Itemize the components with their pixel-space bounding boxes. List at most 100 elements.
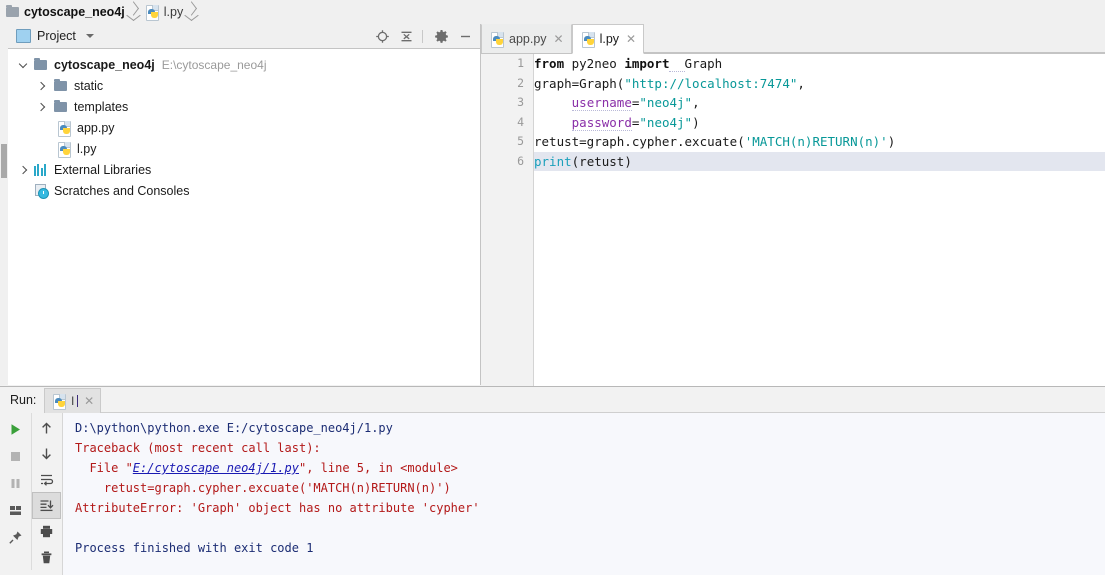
run-tab-l[interactable]: l ✕ xyxy=(44,387,102,413)
print-icon[interactable] xyxy=(33,519,60,544)
tree-item-label: l.py xyxy=(77,141,97,156)
up-arrow-icon[interactable] xyxy=(33,416,60,441)
run-console-output[interactable]: D:\python\python.exe E:/cytoscape_neo4j/… xyxy=(62,413,1105,575)
console-line: Process finished with exit code 1 xyxy=(75,541,314,555)
chevron-right-icon[interactable] xyxy=(34,96,48,117)
tree-item-label: Scratches and Consoles xyxy=(54,183,190,198)
console-line: D:\python\python.exe E:/cytoscape_neo4j/… xyxy=(75,421,393,435)
tab-l-py[interactable]: l.py ✕ xyxy=(571,24,645,54)
run-toolbar xyxy=(0,413,62,570)
code-line-5: retust=graph.cypher.excuate('MATCH(n)RET… xyxy=(534,134,896,149)
collapse-all-icon[interactable] xyxy=(395,25,417,47)
chevron-down-icon[interactable] xyxy=(16,54,30,75)
close-icon[interactable]: ✕ xyxy=(554,33,564,45)
chevron-right-icon[interactable] xyxy=(16,159,30,180)
trash-icon[interactable] xyxy=(33,545,60,570)
tree-item-scratches-and-consoles[interactable]: Scratches and Consoles xyxy=(8,180,480,201)
toolbar-divider xyxy=(422,29,423,43)
console-text: ", line 5, in <module> xyxy=(298,461,458,475)
minimize-icon[interactable] xyxy=(454,25,476,47)
code-line-2: graph=Graph("http://localhost:7474", xyxy=(534,75,805,91)
line-number: 1 xyxy=(517,56,524,70)
code-line-3: username="neo4j", xyxy=(571,95,700,111)
python-file-icon xyxy=(58,141,72,158)
code-lines[interactable]: from py2neo import Graph graph=Graph("ht… xyxy=(534,54,1105,386)
run-panel-label: Run: xyxy=(10,393,37,407)
code-area[interactable]: 1 2 3 4 5 6 from py2neo import Graph gra… xyxy=(481,54,1105,386)
run-panel-body: D:\python\python.exe E:/cytoscape_neo4j/… xyxy=(0,413,1105,575)
editor-tab-bar: app.py ✕ l.py ✕ xyxy=(481,24,1105,54)
code-line-1: from py2neo import Graph xyxy=(534,56,723,72)
run-tab-divider xyxy=(77,394,79,407)
tab-label: app.py xyxy=(509,32,547,46)
tab-bar-filler xyxy=(644,24,1105,53)
python-file-icon xyxy=(58,120,72,137)
code-line-6: print(retust) xyxy=(534,151,1105,171)
breadcrumb-label: cytoscape_neo4j xyxy=(24,5,125,19)
run-icon[interactable] xyxy=(2,416,29,443)
python-file-icon xyxy=(53,393,67,410)
folder-icon xyxy=(54,99,67,112)
tree-item-external-libraries[interactable]: External Libraries xyxy=(8,159,480,180)
gear-icon[interactable] xyxy=(430,25,452,47)
project-panel-title: Project xyxy=(37,29,76,43)
line-number: 2 xyxy=(517,75,524,90)
soft-wrap-icon[interactable] xyxy=(33,467,60,492)
locate-icon[interactable] xyxy=(371,25,393,47)
line-number: 6 xyxy=(517,153,524,168)
line-number: 5 xyxy=(517,134,524,148)
chevron-right-icon[interactable] xyxy=(34,75,48,96)
tab-label: l.py xyxy=(599,32,620,46)
tree-item-label: static xyxy=(74,78,104,93)
tree-item-label: External Libraries xyxy=(54,162,152,177)
scratches-icon xyxy=(34,184,49,199)
tree-item-path: E:\cytoscape_neo4j xyxy=(161,57,267,72)
console-file-link[interactable]: E:/cytoscape neo4j/1.py xyxy=(133,461,299,475)
tree-item-templates[interactable]: templates xyxy=(8,96,480,117)
pycharm-window: cytoscape_neo4j l.py Structure Favorites… xyxy=(0,0,1105,575)
layout-icon[interactable] xyxy=(2,497,29,524)
python-file-icon xyxy=(581,32,596,48)
line-number: 4 xyxy=(517,114,524,129)
tree-item-label: templates xyxy=(74,99,129,114)
close-icon[interactable]: ✕ xyxy=(84,394,94,408)
breadcrumb-item-project[interactable]: cytoscape_neo4j xyxy=(0,0,127,24)
console-text: File " xyxy=(75,461,133,475)
tab-app-py[interactable]: app.py ✕ xyxy=(481,24,572,53)
folder-icon xyxy=(54,78,67,91)
editor-area: app.py ✕ l.py ✕ 1 2 3 4 5 6 from py2neo … xyxy=(481,24,1105,386)
pause-icon[interactable] xyxy=(2,470,29,497)
tree-item-label: app.py xyxy=(77,120,115,135)
scroll-to-end-icon[interactable] xyxy=(32,491,62,520)
run-panel: Run: l ✕ D:\python\python.exe E:/cytosca… xyxy=(0,386,1105,575)
close-icon[interactable]: ✕ xyxy=(626,33,636,45)
code-line-4: password="neo4j") xyxy=(571,114,700,131)
tree-item-static[interactable]: static xyxy=(8,75,480,96)
breadcrumb-separator-icon xyxy=(128,0,139,24)
down-arrow-icon[interactable] xyxy=(33,441,60,466)
breadcrumb-item-file[interactable]: l.py xyxy=(140,0,185,24)
run-header-filler xyxy=(101,387,1105,413)
breadcrumb: cytoscape_neo4j l.py xyxy=(0,0,1105,25)
run-toolbar-col-2 xyxy=(30,413,63,570)
stop-icon[interactable] xyxy=(2,443,29,470)
console-line-traceback-file: File "E:/cytoscape neo4j/1.py", line 5, … xyxy=(75,458,1105,478)
line-number: 3 xyxy=(517,95,524,109)
console-line: Traceback (most recent call last): xyxy=(75,441,321,455)
tree-item-label: cytoscape_neo4j xyxy=(54,57,155,72)
folder-icon xyxy=(6,5,19,17)
run-toolbar-col-1 xyxy=(0,413,31,570)
tree-item-l-py[interactable]: l.py xyxy=(8,138,480,159)
chevron-down-icon[interactable] xyxy=(85,34,94,38)
library-icon xyxy=(34,163,48,176)
pin-icon[interactable] xyxy=(2,524,29,551)
breadcrumb-separator-icon xyxy=(186,0,197,24)
left-strip-scroll-thumb[interactable] xyxy=(1,144,7,178)
folder-icon xyxy=(34,57,47,70)
tree-item-app-py[interactable]: app.py xyxy=(8,117,480,138)
project-panel: Project cytoscape_neo4j E:\cytoscape_neo… xyxy=(8,24,481,385)
breadcrumb-label: l.py xyxy=(163,5,184,19)
tree-item-cytoscape-neo4j[interactable]: cytoscape_neo4j E:\cytoscape_neo4j xyxy=(8,54,480,75)
run-panel-header: Run: l ✕ xyxy=(0,387,1105,413)
